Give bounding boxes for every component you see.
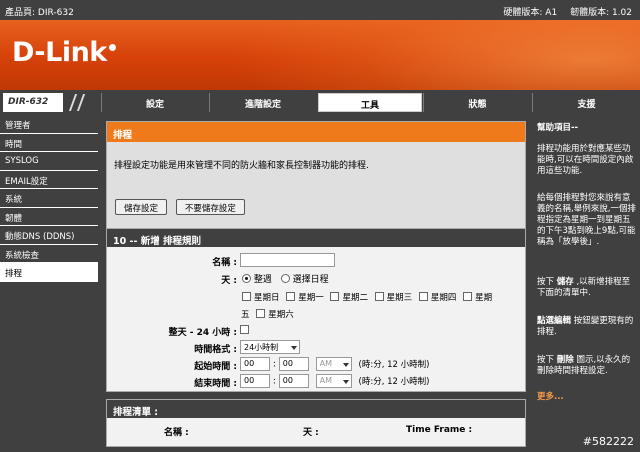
sunday-checkbox[interactable]	[242, 292, 251, 301]
select-days-radio[interactable]	[280, 274, 290, 283]
end-minute-input[interactable]: 00	[278, 374, 309, 388]
main-content: 排程 排程設定功能是用來管理不同的防火牆和家長控制器功能的排程. 儲存設定 不要…	[98, 115, 532, 452]
name-label: 名稱 :	[212, 258, 237, 268]
all-week-label: 整週	[253, 275, 272, 285]
model-label: DIR-632	[3, 93, 63, 112]
page-title: 排程	[107, 122, 525, 142]
saturday-checkbox[interactable]	[256, 309, 266, 318]
sidebar-item-ddns[interactable]: 動態DNS (DDNS)	[0, 226, 98, 245]
friday-label-end: 五	[241, 310, 250, 320]
wednesday-checkbox[interactable]	[374, 292, 384, 301]
col-name: 名稱 :	[164, 428, 189, 438]
sidebar: 管理者 時間 SYSLOG EMAIL設定 系統 韌體 動態DNS (DDNS)…	[0, 115, 98, 452]
sidebar-item-firmware[interactable]: 韌體	[0, 208, 98, 226]
end-ampm-value: AM	[319, 376, 333, 385]
start-time-label: 起始時間 :	[194, 362, 237, 372]
time-format-label: 時間格式 :	[194, 345, 237, 355]
sunday-label: 星期日	[254, 293, 280, 303]
button-row: 儲存設定 不要儲存設定	[115, 199, 251, 215]
top-info-bar: 產品頁: DIR-632 硬體版本: A1 韌體版本: 1.02	[0, 0, 640, 20]
help-edit-word: 點選編輯	[537, 316, 572, 326]
start-hour-input[interactable]: 00	[240, 357, 270, 371]
watermark-text: #582222	[582, 435, 634, 448]
all-day-label: 整天 - 24 小時 :	[168, 328, 237, 338]
product-page-text: 產品頁: DIR-632	[5, 8, 74, 18]
col-time-frame: Time Frame :	[406, 425, 473, 435]
wednesday-label: 星期三	[386, 293, 413, 303]
tuesday-label: 星期二	[342, 293, 368, 303]
help-title: 幫助項目--	[537, 123, 579, 133]
banner-swoosh	[230, 20, 640, 90]
start-ampm-select[interactable]: AM	[315, 357, 352, 371]
rule-header: 10 -- 新增 排程規則	[107, 229, 525, 247]
thursday-label: 星期四	[430, 293, 457, 303]
end-time-hint: (時:分, 12 小時制)	[358, 376, 430, 387]
sidebar-item-syslog[interactable]: SYSLOG	[0, 152, 98, 171]
day-label: 天 :	[221, 276, 237, 286]
monday-checkbox[interactable]	[286, 292, 296, 301]
saturday-label: 星期六	[268, 310, 294, 320]
hardware-version: 硬體版本: A1	[503, 8, 558, 18]
help-panel: 幫助項目-- 排程功能用於對應某些功能時,可以在時間設定內啟用這些功能. 給每個…	[532, 115, 640, 452]
slash-decoration-icon	[66, 94, 96, 111]
start-time-hint: (時:分, 12 小時制)	[358, 359, 430, 370]
logo-dot-icon	[108, 44, 116, 51]
help-paragraph-3: 按下 儲存 ,以新增排程至下面的清單中.	[537, 277, 631, 298]
page-description: 排程設定功能是用來管理不同的防火牆和家長控制器功能的排程.	[114, 161, 369, 171]
help-save-word: 儲存	[556, 277, 574, 287]
help-paragraph-1: 排程功能用於對應某些功能時,可以在時間設定內啟用這些功能.	[537, 144, 634, 176]
chevron-down-icon	[291, 346, 297, 350]
logo-text: D-Link	[12, 37, 107, 68]
schedule-name-input[interactable]	[240, 253, 335, 267]
end-ampm-select[interactable]: AM	[315, 374, 352, 388]
help-paragraph-2: 給每個排程對您來說有意義的名稱,舉例來說,一個排程指定為星期一到星期五的下午3點…	[537, 193, 636, 247]
dlink-logo: D-Link	[12, 37, 116, 68]
save-settings-button[interactable]: 儲存設定	[115, 199, 168, 215]
all-day-checkbox[interactable]	[240, 325, 249, 334]
dont-save-settings-button[interactable]: 不要儲存設定	[175, 199, 245, 215]
chevron-down-icon	[342, 380, 349, 384]
tab-advanced[interactable]: 進階設定	[209, 93, 316, 112]
tab-setup[interactable]: 設定	[101, 93, 208, 112]
tab-status[interactable]: 狀態	[423, 93, 531, 112]
sidebar-item-system-check[interactable]: 系統檢查	[0, 245, 98, 263]
help-paragraph-4: 點選編輯 按鈕變更現有的排程.	[537, 316, 634, 337]
all-week-radio[interactable]	[242, 274, 251, 283]
help-paragraph-5: 按下 刪除 圖示,以永久的刪除時間排程設定.	[537, 355, 631, 376]
chevron-down-icon	[342, 363, 349, 367]
end-time-label: 結束時間 :	[194, 379, 237, 389]
friday-checkbox[interactable]	[463, 292, 473, 301]
select-days-label: 選擇日程	[292, 275, 329, 285]
col-day: 天 :	[303, 428, 319, 438]
add-schedule-rule-panel: 10 -- 新增 排程規則 名稱 : 天 : 整週 選擇日程 星期日 星期一 星…	[106, 228, 526, 392]
tab-tools[interactable]: 工具	[318, 93, 422, 112]
schedule-list-panel: 排程清單 : 名稱 : 天 : Time Frame :	[106, 399, 526, 447]
start-minute-input[interactable]: 00	[278, 357, 309, 371]
version-info: 硬體版本: A1 韌體版本: 1.02	[493, 5, 632, 18]
time-format-select[interactable]: 24小時制	[240, 340, 300, 354]
firmware-version: 韌體版本: 1.02	[570, 8, 632, 18]
start-ampm-value: AM	[319, 359, 333, 368]
sidebar-item-system[interactable]: 系統	[0, 189, 98, 208]
sidebar-item-time[interactable]: 時間	[0, 134, 98, 152]
help-delete-word: 刪除	[556, 355, 574, 365]
friday-label-part: 星期	[475, 293, 493, 303]
brand-banner: D-Link	[0, 20, 640, 90]
day-mode-group: 整週 選擇日程	[242, 272, 329, 285]
end-hour-input[interactable]: 00	[240, 374, 270, 388]
main-nav: DIR-632 設定 進階設定 工具 狀態 支援	[0, 92, 640, 113]
monday-label: 星期一	[298, 293, 324, 303]
sidebar-item-schedules[interactable]: 排程	[0, 263, 98, 282]
time-format-value: 24小時制	[244, 343, 279, 352]
schedule-list-header: 排程清單 :	[107, 400, 525, 418]
help-more-link[interactable]: 更多...	[537, 392, 637, 403]
sidebar-item-admin[interactable]: 管理者	[0, 115, 98, 134]
tuesday-checkbox[interactable]	[330, 292, 340, 301]
thursday-checkbox[interactable]	[418, 292, 428, 301]
tab-support[interactable]: 支援	[532, 93, 640, 112]
sidebar-item-email[interactable]: EMAIL設定	[0, 171, 98, 189]
